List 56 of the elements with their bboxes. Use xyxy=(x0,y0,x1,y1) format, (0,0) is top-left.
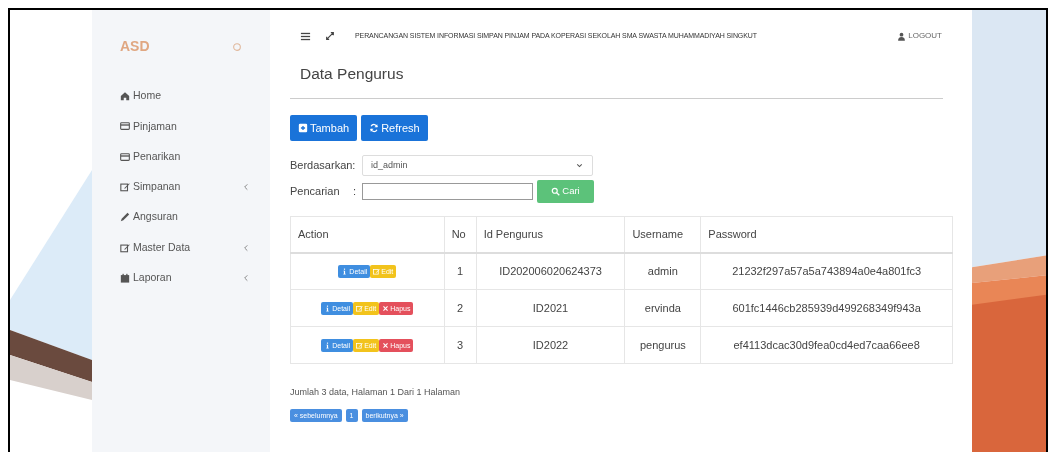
table-cell: 21232f297a57a5a743894a0e4a801fc3 xyxy=(700,252,953,290)
sidebar-item[interactable]: Simpanan xyxy=(120,171,270,203)
edit-icon xyxy=(120,242,130,253)
credit-card-icon xyxy=(120,121,130,132)
menu-icon[interactable] xyxy=(300,30,311,42)
column-header: Username xyxy=(624,216,701,253)
circle-icon xyxy=(232,41,242,52)
table-cell: 3 xyxy=(444,326,477,364)
caret-icon xyxy=(575,161,584,171)
edit-icon xyxy=(356,304,364,312)
table-cell: pengurus xyxy=(624,326,701,364)
edit-icon xyxy=(373,268,381,276)
table-cell: ID2022 xyxy=(476,326,625,364)
brand-logo[interactable]: ASD xyxy=(120,36,150,57)
table-cell: 601fc1446cb285939d499268349f943a xyxy=(700,289,953,327)
plus-icon xyxy=(298,122,308,133)
page-heading: Data Pengurus xyxy=(300,65,405,84)
table-cell: admin xyxy=(624,252,701,290)
calendar-icon xyxy=(120,272,130,283)
separator: : xyxy=(353,184,358,200)
column-header: Password xyxy=(700,216,953,253)
search-icon xyxy=(551,187,561,197)
sidebar-item[interactable]: Master Data xyxy=(120,232,270,263)
sidebar-item[interactable]: Laporan xyxy=(120,262,270,294)
table-cell: 2 xyxy=(444,289,477,327)
sidebar-item[interactable]: Pinjaman xyxy=(120,111,270,142)
logout-link[interactable]: LOGOUT xyxy=(897,30,942,42)
pencil-icon xyxy=(120,212,130,223)
close-icon xyxy=(382,341,390,349)
column-header: Id Pengurus xyxy=(476,216,625,253)
search-button[interactable]: Cari xyxy=(537,180,594,204)
sidebar-item[interactable]: Home xyxy=(120,81,270,112)
add-button[interactable]: Tambah xyxy=(290,114,358,142)
field-label: Berdasarkan: xyxy=(290,158,357,174)
credit-card-icon xyxy=(120,151,130,162)
column-header: Action xyxy=(290,216,445,253)
refresh-button[interactable]: Refresh xyxy=(361,114,428,142)
table-cell: ID202006020624373 xyxy=(476,252,625,290)
table-cell: 1 xyxy=(444,252,477,290)
table-cell: ef4113dcac30d9fea0cd4ed7caa66ee8 xyxy=(700,326,953,364)
edit-icon xyxy=(356,341,364,349)
home-icon xyxy=(120,91,130,102)
filter-select[interactable]: id_admin xyxy=(362,155,593,177)
summary-text: Jumlah 3 data, Halaman 1 Dari 1 Halaman xyxy=(290,386,462,400)
table-cell: ervinda xyxy=(624,289,701,327)
user-icon xyxy=(897,31,907,41)
edit-icon xyxy=(120,182,130,193)
field-label: Pencarian xyxy=(290,184,341,200)
table-cell: ID2021 xyxy=(476,289,625,327)
sidebar-item[interactable]: Angsuran xyxy=(120,202,270,233)
refresh-icon xyxy=(369,122,380,133)
close-icon xyxy=(382,304,390,312)
sidebar-item[interactable]: Penarikan xyxy=(120,141,270,172)
expand-icon[interactable] xyxy=(325,31,335,41)
column-header: No xyxy=(444,216,477,253)
search-field[interactable] xyxy=(362,183,533,201)
